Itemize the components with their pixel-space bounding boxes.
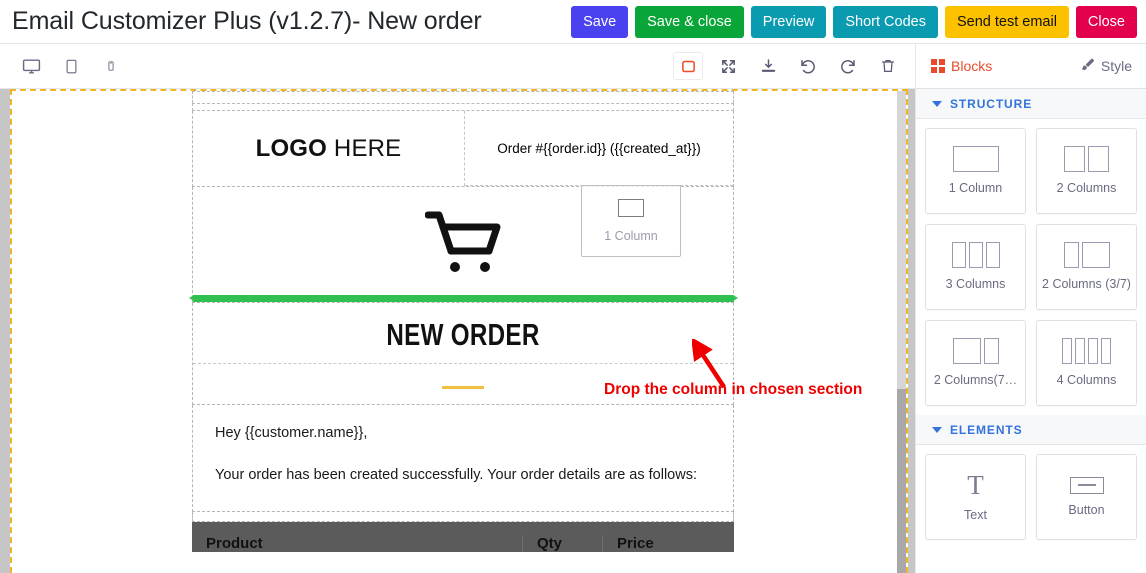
gap-section[interactable] bbox=[192, 512, 734, 522]
borders-toggle-icon[interactable] bbox=[673, 52, 703, 80]
shopping-cart-icon bbox=[424, 209, 501, 280]
email-body-wrapper[interactable]: LOGO HERE Order #{{order.id}} ({{created… bbox=[10, 89, 908, 573]
block-label: 4 Columns bbox=[1056, 373, 1117, 388]
paintbrush-icon bbox=[1080, 57, 1095, 75]
drop-position-indicator bbox=[189, 295, 738, 302]
email-canvas[interactable]: LOGO HERE Order #{{order.id}} ({{created… bbox=[0, 89, 915, 573]
columns-glyph-icon bbox=[952, 338, 999, 365]
columns-glyph-icon bbox=[952, 146, 999, 173]
block-1-column[interactable]: 1 Column bbox=[925, 128, 1026, 214]
second-spacer-row[interactable] bbox=[192, 103, 734, 111]
top-bar: Email Customizer Plus (v1.2.7)- New orde… bbox=[0, 0, 1146, 44]
block-2-columns-7-3[interactable]: 2 Columns(7… bbox=[925, 320, 1026, 406]
new-order-heading: NEW ORDER bbox=[386, 317, 540, 352]
save-button[interactable]: Save bbox=[571, 5, 629, 38]
logo-regular: HERE bbox=[327, 134, 402, 162]
elements-block-grid: T Text Button bbox=[916, 445, 1146, 540]
blocks-panel[interactable]: STRUCTURE 1 Column 2 Columns 3 Columns 2 Co… bbox=[915, 89, 1146, 573]
section-title-structure: STRUCTURE bbox=[950, 96, 1033, 111]
blocks-grid-icon bbox=[931, 59, 945, 73]
greeting-section[interactable]: Hey {{customer.name}}, Your order has be… bbox=[192, 405, 734, 512]
block-label: Text bbox=[964, 507, 987, 522]
editor-actions-group bbox=[673, 51, 915, 81]
tab-style[interactable]: Style bbox=[1080, 57, 1132, 75]
mobile-icon[interactable] bbox=[96, 51, 126, 81]
top-spacer-row[interactable] bbox=[192, 91, 734, 103]
body-text: Your order has been created successfully… bbox=[215, 467, 697, 483]
block-button[interactable]: Button bbox=[1036, 454, 1137, 540]
tab-blocks[interactable]: Blocks bbox=[931, 58, 992, 74]
block-label: 1 Column bbox=[948, 181, 1003, 196]
logo-bold: LOGO bbox=[255, 134, 328, 162]
short-codes-button[interactable]: Short Codes bbox=[833, 5, 938, 38]
block-label: 2 Columns (3/7) bbox=[1042, 277, 1131, 292]
block-label: 2 Columns bbox=[1056, 181, 1117, 196]
greeting-text: Hey {{customer.name}}, bbox=[215, 425, 368, 441]
save-and-close-button[interactable]: Save & close bbox=[635, 5, 744, 38]
canvas-scrollbar-thumb[interactable] bbox=[897, 389, 906, 573]
close-button[interactable]: Close bbox=[1075, 5, 1137, 38]
tab-style-label: Style bbox=[1100, 58, 1132, 74]
block-label: 3 Columns bbox=[945, 277, 1006, 292]
product-table-header[interactable]: Product Qty Price bbox=[192, 522, 734, 552]
editor-toolbar bbox=[0, 44, 915, 89]
send-test-email-button[interactable]: Send test email bbox=[944, 5, 1069, 38]
block-label: Button bbox=[1068, 502, 1105, 517]
tab-blocks-label: Blocks bbox=[951, 58, 993, 74]
order-meta-cell[interactable]: Order #{{order.id}} ({{created_at}}) bbox=[465, 111, 733, 186]
undo-icon[interactable] bbox=[793, 51, 823, 81]
columns-glyph-icon bbox=[1062, 338, 1111, 365]
device-preview-group bbox=[0, 51, 126, 81]
section-header-elements[interactable]: ELEMENTS bbox=[916, 415, 1146, 445]
button-glyph-icon bbox=[1069, 476, 1104, 494]
block-2-columns[interactable]: 2 Columns bbox=[1036, 128, 1137, 214]
text-glyph-icon: T bbox=[967, 469, 984, 500]
preview-button[interactable]: Preview bbox=[750, 5, 827, 38]
block-label: 2 Columns(7… bbox=[933, 373, 1018, 388]
columns-glyph-icon bbox=[951, 242, 1000, 269]
table-header-product: Product bbox=[206, 535, 263, 552]
block-4-columns[interactable]: 4 Columns bbox=[1036, 320, 1137, 406]
columns-glyph-icon bbox=[1063, 242, 1110, 269]
annotation-text: Drop the column in chosen section bbox=[604, 381, 863, 398]
header-row[interactable]: LOGO HERE Order #{{order.id}} ({{created… bbox=[192, 111, 734, 187]
fullscreen-icon[interactable] bbox=[713, 51, 743, 81]
logo-cell[interactable]: LOGO HERE bbox=[193, 111, 465, 186]
block-3-columns[interactable]: 3 Columns bbox=[925, 224, 1026, 310]
email-content-column[interactable]: LOGO HERE Order #{{order.id}} ({{created… bbox=[192, 91, 734, 552]
top-bar-actions: Save Save & close Preview Short Codes Se… bbox=[571, 5, 1146, 38]
tablet-icon[interactable] bbox=[56, 51, 86, 81]
panel-tab-bar: Blocks Style bbox=[915, 44, 1146, 89]
table-header-price: Price bbox=[602, 535, 734, 552]
desktop-icon[interactable] bbox=[16, 51, 46, 81]
canvas-scrollbar[interactable] bbox=[897, 91, 906, 573]
redo-icon[interactable] bbox=[833, 51, 863, 81]
structure-block-grid: 1 Column 2 Columns 3 Columns 2 Columns (3/7… bbox=[916, 119, 1146, 406]
import-icon[interactable] bbox=[753, 51, 783, 81]
page-title: Email Customizer Plus (v1.2.7)- New orde… bbox=[12, 7, 482, 35]
gold-divider-bar bbox=[442, 386, 484, 389]
cart-icon-section[interactable] bbox=[192, 187, 734, 303]
chevron-down-icon bbox=[932, 426, 942, 433]
section-header-structure[interactable]: STRUCTURE bbox=[916, 89, 1146, 119]
table-header-qty: Qty bbox=[522, 535, 602, 552]
logo-text: LOGO HERE bbox=[256, 135, 402, 163]
trash-icon[interactable] bbox=[873, 51, 903, 81]
chevron-down-icon bbox=[932, 100, 942, 107]
section-title-elements: ELEMENTS bbox=[950, 422, 1023, 437]
columns-glyph-icon bbox=[1064, 146, 1109, 173]
order-meta-text: Order #{{order.id}} ({{created_at}}) bbox=[497, 140, 701, 156]
block-text[interactable]: T Text bbox=[925, 454, 1026, 540]
block-2-columns-3-7[interactable]: 2 Columns (3/7) bbox=[1036, 224, 1137, 310]
